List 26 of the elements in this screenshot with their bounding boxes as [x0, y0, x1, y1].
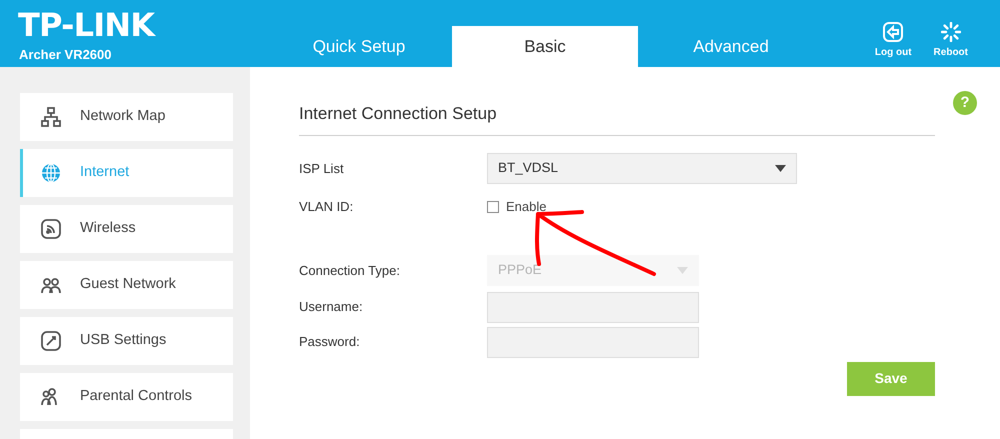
dropdown-caret-icon — [775, 165, 786, 172]
dropdown-caret-icon — [677, 267, 688, 274]
text-field[interactable] — [487, 292, 699, 322]
nav-tab[interactable]: Basic — [452, 26, 638, 67]
sidebar-item[interactable]: Guest Network — [20, 261, 233, 309]
wireless-icon — [40, 218, 62, 240]
text-field[interactable] — [487, 326, 699, 358]
model-name: Archer VR2600 — [19, 46, 112, 64]
field-label: VLAN ID: — [299, 198, 354, 216]
sidebar-item[interactable]: Network Map — [20, 93, 233, 141]
loading-icon — [940, 22, 961, 42]
brand-logo: TP-LINK — [18, 9, 154, 41]
section-title: Internet Connection Setup — [299, 103, 498, 125]
field-label: Connection Type: — [299, 262, 401, 280]
field-label: Username: — [299, 298, 364, 316]
usb-icon — [40, 330, 62, 352]
dropdown-field[interactable]: BT_VDSL — [487, 153, 797, 184]
globe-icon — [40, 162, 62, 184]
enable-checkbox[interactable]: Enable — [487, 196, 546, 216]
logout-icon — [882, 22, 904, 42]
field-label: ISP List — [299, 160, 345, 178]
field-label: Password: — [299, 333, 361, 352]
sidebar-item[interactable]: USB Settings — [20, 317, 233, 365]
network-icon — [40, 106, 62, 128]
sidebar-item[interactable]: Parental Controls — [20, 373, 233, 421]
sidebar-item[interactable]: Wireless — [20, 205, 233, 253]
